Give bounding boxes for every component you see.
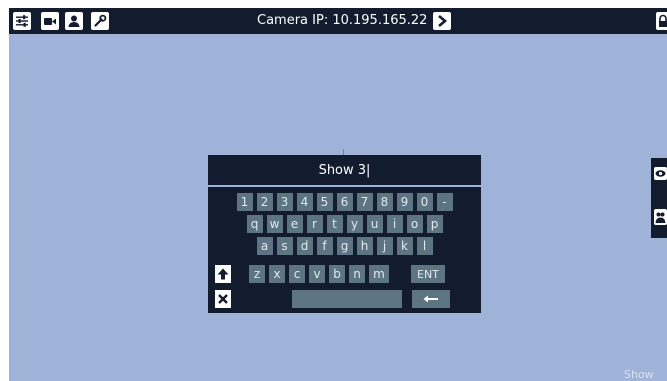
key[interactable]: 7	[356, 193, 373, 211]
key[interactable]: m	[369, 265, 389, 283]
key-spacer	[406, 290, 408, 308]
key[interactable]: p	[426, 215, 443, 233]
key[interactable]: 0	[416, 193, 433, 211]
on-screen-keyboard: Show 3| 1 2 3 4 5 6 7 8 9 0 - q w e r t …	[208, 155, 481, 313]
key[interactable]: v	[309, 265, 325, 283]
key[interactable]: l	[416, 237, 433, 255]
key[interactable]: w	[266, 215, 283, 233]
camera-icon[interactable]	[41, 12, 59, 30]
keyboard-row-home: a s d f g h j k l	[208, 237, 481, 255]
key[interactable]: a	[256, 237, 273, 255]
key[interactable]: n	[349, 265, 365, 283]
key[interactable]: 6	[336, 193, 353, 211]
keyboard-row-bottom: z x c v b n m ENT	[208, 265, 481, 283]
key[interactable]: -	[436, 193, 453, 211]
camera-ip-title: Camera IP: 10.195.165.22	[257, 13, 428, 28]
key[interactable]: k	[396, 237, 413, 255]
key[interactable]: g	[336, 237, 353, 255]
key[interactable]: t	[326, 215, 343, 233]
wrench-icon[interactable]	[91, 12, 109, 30]
key[interactable]: j	[376, 237, 393, 255]
key[interactable]: f	[316, 237, 333, 255]
key[interactable]: d	[296, 237, 313, 255]
close-icon[interactable]	[215, 290, 231, 308]
key-spacer	[235, 290, 288, 308]
eye-icon[interactable]	[654, 167, 667, 180]
camera-view: Camera IP: 10.195.165.22 Show 3| 1 2 3 4…	[9, 8, 667, 381]
space-key[interactable]	[292, 290, 402, 308]
key[interactable]: 1	[236, 193, 253, 211]
key[interactable]: r	[306, 215, 323, 233]
keyboard-divider	[208, 185, 481, 187]
key[interactable]: z	[249, 265, 265, 283]
key[interactable]: 8	[376, 193, 393, 211]
key[interactable]: h	[356, 237, 373, 255]
key[interactable]: u	[366, 215, 383, 233]
key[interactable]: e	[286, 215, 303, 233]
key[interactable]: 3	[276, 193, 293, 211]
key[interactable]: s	[276, 237, 293, 255]
lock-icon[interactable]	[656, 12, 667, 30]
top-toolbar: Camera IP: 10.195.165.22	[9, 8, 667, 34]
user-icon[interactable]	[65, 12, 83, 30]
enter-key[interactable]: ENT	[411, 265, 445, 283]
sliders-icon[interactable]	[13, 12, 31, 30]
keyboard-row-qwerty: q w e r t y u i o p	[208, 215, 481, 233]
key[interactable]: 2	[256, 193, 273, 211]
key[interactable]: b	[329, 265, 345, 283]
key-spacer	[393, 265, 407, 283]
chevron-right-icon[interactable]	[433, 12, 451, 30]
key[interactable]: q	[246, 215, 263, 233]
keyboard-text-display[interactable]: Show 3|	[208, 155, 481, 185]
overlay-label: Show	[624, 368, 654, 381]
keyboard-row-actions	[208, 290, 481, 308]
key[interactable]: 9	[396, 193, 413, 211]
backspace-arrow-left-icon[interactable]	[412, 290, 450, 308]
shift-arrow-up-icon[interactable]	[215, 265, 231, 283]
key[interactable]: i	[386, 215, 403, 233]
users-icon[interactable]	[654, 209, 667, 225]
key[interactable]: c	[289, 265, 305, 283]
key[interactable]: o	[406, 215, 423, 233]
key[interactable]: 4	[296, 193, 313, 211]
key[interactable]: x	[269, 265, 285, 283]
key[interactable]: 5	[316, 193, 333, 211]
key-spacer	[235, 265, 245, 283]
keyboard-row-numbers: 1 2 3 4 5 6 7 8 9 0 -	[208, 193, 481, 211]
side-panel	[651, 158, 667, 238]
key[interactable]: y	[346, 215, 363, 233]
